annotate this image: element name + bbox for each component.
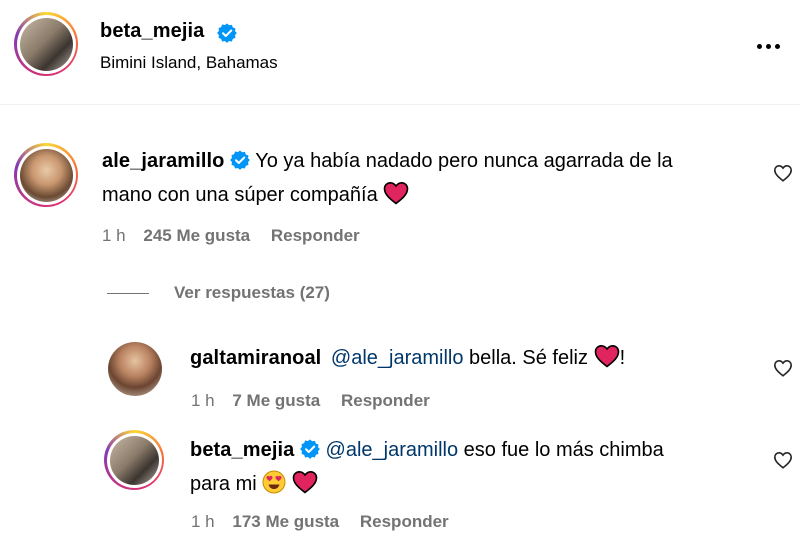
comment-body-line2: mano con una súper compañía	[102, 184, 378, 206]
comment-time[interactable]: 1 h	[102, 226, 126, 245]
reply-text: beta_mejia @ale_jaramillo eso fue lo más…	[190, 435, 760, 504]
comment-text: ale_jaramillo Yo ya había nadado pero nu…	[102, 146, 762, 215]
reply-reply-button[interactable]: Responder	[360, 512, 449, 531]
comment-username[interactable]: ale_jaramillo	[102, 150, 224, 172]
more-options-icon[interactable]	[757, 44, 780, 49]
reply-text: galtamiranoal @ale_jaramillo bella. Sé f…	[190, 343, 760, 378]
reply-time[interactable]: 1 h	[191, 391, 215, 410]
heart-eyes-emoji-icon	[262, 470, 286, 504]
post-author-avatar[interactable]	[14, 12, 78, 76]
verified-badge-icon	[230, 149, 250, 180]
like-comment-heart-icon[interactable]	[773, 164, 793, 182]
reply-likes[interactable]: 7 Me gusta	[232, 391, 320, 410]
reply-body: bella. Sé feliz	[469, 347, 589, 369]
reply-avatar[interactable]	[104, 430, 164, 490]
reply-mention[interactable]: @ale_jaramillo	[331, 347, 464, 369]
reply-body-line2: para mi	[190, 473, 257, 495]
view-replies-button[interactable]: Ver respuestas (27)	[174, 283, 330, 303]
red-heart-emoji-icon	[594, 344, 620, 378]
reply-username[interactable]: galtamiranoal	[190, 347, 321, 369]
reply-meta: 1 h 173 Me gusta Responder	[191, 512, 449, 532]
view-replies-line	[107, 293, 149, 294]
reply-mention[interactable]: @ale_jaramillo	[326, 439, 459, 461]
reply-body-line1: eso fue lo más chimba	[463, 439, 664, 461]
view-replies-label: Ver respuestas (27)	[174, 283, 330, 302]
reply-avatar[interactable]	[108, 342, 162, 396]
reply-reply-button[interactable]: Responder	[341, 391, 430, 410]
reply-username[interactable]: beta_mejia	[190, 439, 294, 461]
verified-badge-icon	[217, 23, 237, 48]
comment-meta: 1 h 245 Me gusta Responder	[102, 226, 360, 246]
red-heart-emoji-icon	[383, 181, 409, 215]
reply-meta: 1 h 7 Me gusta Responder	[191, 391, 430, 411]
comment-likes[interactable]: 245 Me gusta	[143, 226, 250, 245]
reply-likes[interactable]: 173 Me gusta	[232, 512, 339, 531]
post-author-username[interactable]: beta_mejia	[100, 20, 204, 43]
comment-reply-button[interactable]: Responder	[271, 226, 360, 245]
verified-badge-icon	[300, 438, 320, 469]
comment-body-line1: Yo ya había nadado pero nunca agarrada d…	[255, 150, 673, 172]
like-reply-heart-icon[interactable]	[773, 451, 793, 469]
reply-body-end: !	[619, 347, 626, 369]
header-divider	[0, 104, 800, 105]
red-heart-emoji-icon	[292, 470, 318, 504]
comment-avatar[interactable]	[14, 143, 78, 207]
reply-time[interactable]: 1 h	[191, 512, 215, 531]
post-location[interactable]: Bimini Island, Bahamas	[100, 53, 278, 73]
like-reply-heart-icon[interactable]	[773, 359, 793, 377]
